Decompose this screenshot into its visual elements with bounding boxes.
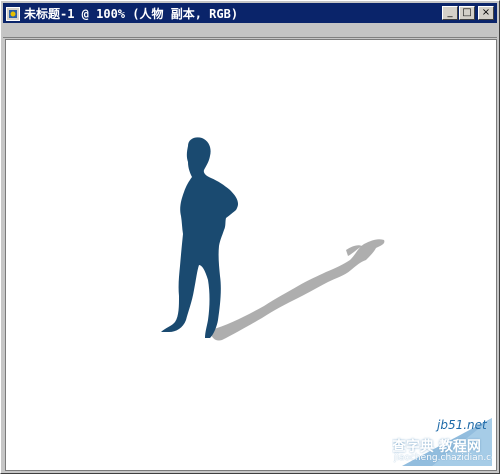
minimize-icon: _	[447, 7, 453, 18]
document-window: 未标题-1 @ 100% (人物 副本, RGB) _ □ × jb51.net…	[0, 0, 500, 474]
watermark: jb51.net 查字典 教程网 jiaocheng.chazidian.com	[392, 418, 492, 466]
document-canvas[interactable]: jb51.net 查字典 教程网 jiaocheng.chazidian.com	[5, 39, 497, 471]
window-title: 未标题-1 @ 100% (人物 副本, RGB)	[24, 6, 239, 21]
maximize-button[interactable]: □	[459, 6, 475, 20]
watermark-site: jb51.net	[437, 418, 487, 432]
minimize-button[interactable]: _	[442, 6, 458, 20]
figure-shadow	[211, 239, 385, 341]
watermark-domain: jiaocheng.chazidian.com	[394, 453, 492, 463]
close-button[interactable]: ×	[478, 6, 494, 20]
title-bar[interactable]: 未标题-1 @ 100% (人物 副本, RGB) _ □ ×	[3, 3, 497, 23]
photoshop-document-icon[interactable]	[6, 6, 20, 21]
figure-silhouette	[161, 137, 239, 338]
document-toolbar-strip	[3, 23, 497, 38]
window-controls: _ □ ×	[442, 6, 494, 20]
close-icon: ×	[481, 7, 491, 18]
canvas-artwork	[161, 137, 385, 341]
maximize-icon: □	[462, 7, 472, 18]
